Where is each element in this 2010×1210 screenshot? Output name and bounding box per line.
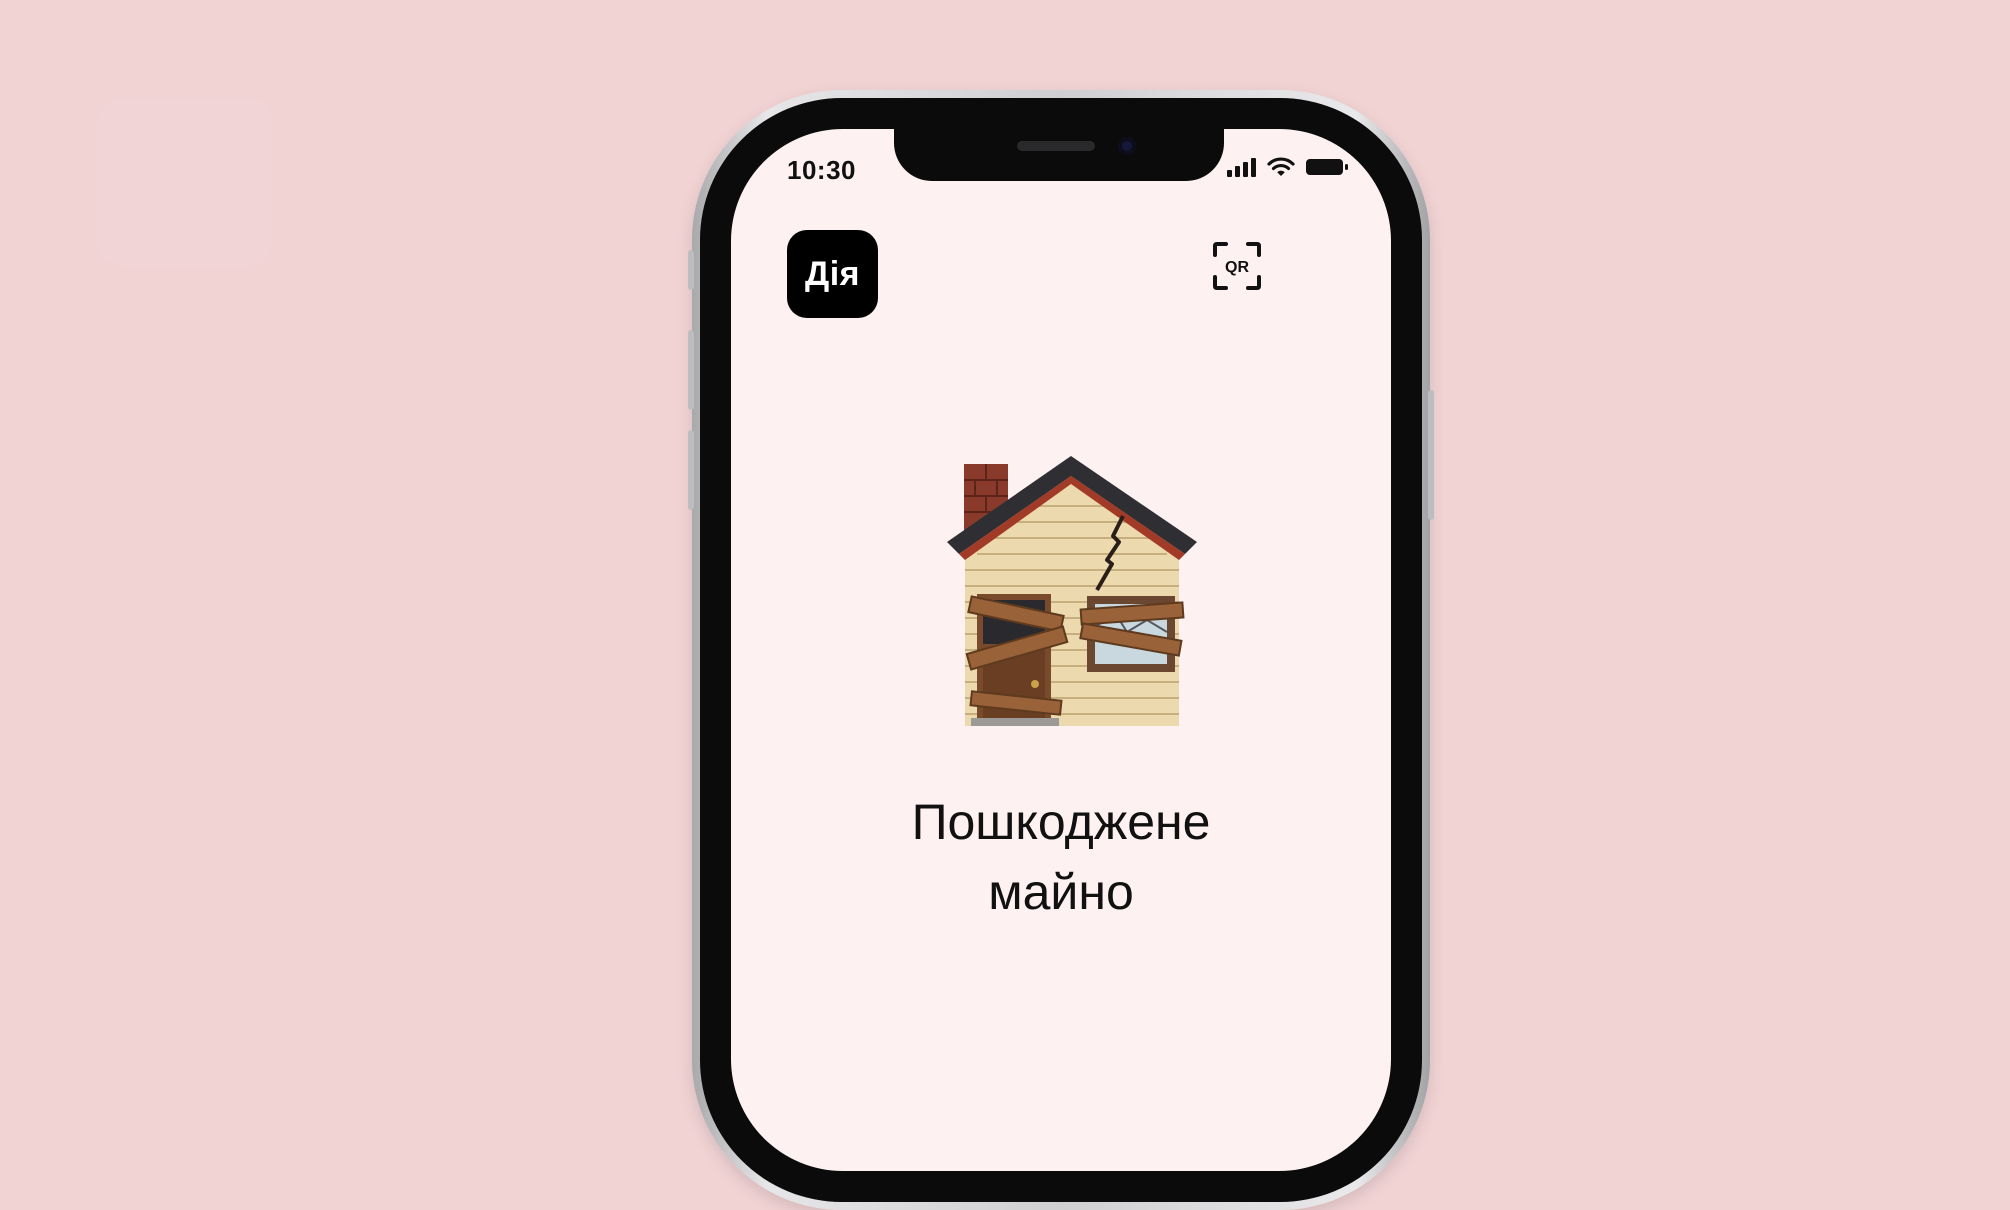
qr-label: QR — [1225, 259, 1249, 276]
phone-frame: 10:30 Дія QR Пошкоджене майно — [688, 90, 1434, 1210]
phone-bezel: 10:30 Дія QR Пошкоджене майно — [700, 98, 1422, 1202]
front-camera — [1118, 137, 1136, 155]
page-title: Пошкоджене майно — [731, 787, 1391, 927]
qr-scan-button[interactable]: QR — [1212, 241, 1262, 291]
notch — [894, 129, 1224, 181]
status-icons — [1227, 155, 1349, 179]
wifi-icon — [1267, 157, 1295, 176]
derelict-house-icon — [947, 456, 1197, 726]
volume-down-button — [688, 430, 694, 510]
title-line-2: майно — [988, 864, 1134, 920]
cellular-signal-icon — [1227, 158, 1256, 177]
battery-icon — [1306, 159, 1348, 175]
volume-up-button — [688, 330, 694, 410]
power-button — [1428, 390, 1434, 520]
mute-switch — [688, 250, 694, 290]
earpiece-speaker — [1017, 141, 1095, 151]
diia-app-logo: Дія — [787, 230, 878, 318]
phone-screen: 10:30 Дія QR Пошкоджене майно — [731, 129, 1391, 1171]
background-logo-watermark — [97, 98, 273, 266]
title-line-1: Пошкоджене — [911, 794, 1211, 850]
status-time: 10:30 — [787, 155, 856, 185]
qr-scan-icon: QR — [1213, 242, 1261, 290]
